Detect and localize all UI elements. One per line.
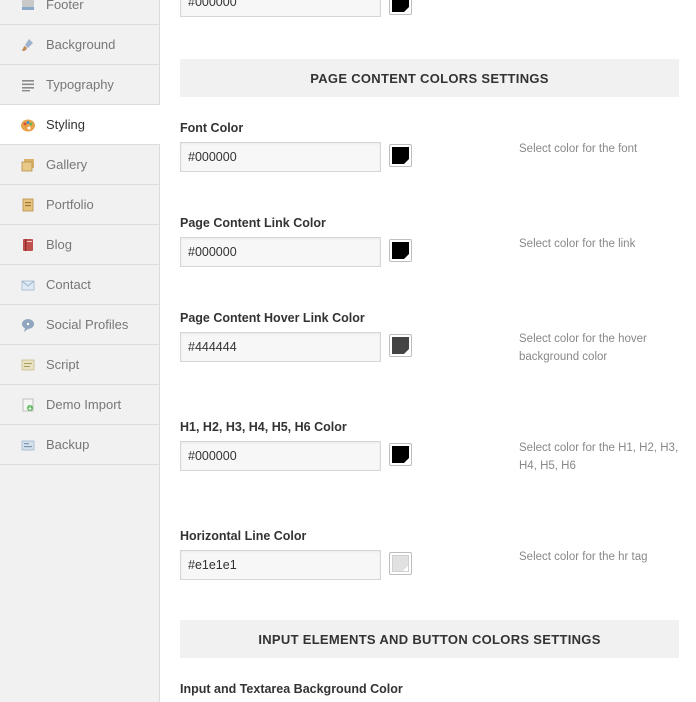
sidebar-item-label: Portfolio (46, 197, 94, 212)
sidebar-item-contact[interactable]: Contact (0, 265, 159, 305)
sidebar-item-footer[interactable]: Footer (0, 0, 159, 25)
footer-icon (20, 0, 36, 13)
sidebar-item-backup[interactable]: Backup (0, 425, 159, 465)
field-label-input-bg-color: Input and Textarea Background Color (180, 682, 403, 696)
sidebar-item-portfolio[interactable]: Portfolio (0, 185, 159, 225)
backup-icon (20, 437, 36, 453)
heading-color-input[interactable] (180, 441, 381, 471)
sidebar-item-typography[interactable]: Typography (0, 65, 159, 105)
hr-color-input[interactable] (180, 550, 381, 580)
field-description: Select color for the hover background co… (519, 333, 647, 363)
color-swatch-fill (392, 337, 409, 354)
color-picker-swatch[interactable] (389, 0, 412, 15)
sidebar-item-label: Social Profiles (46, 317, 129, 332)
sidebar-item-social-profiles[interactable]: Social Profiles (0, 305, 159, 345)
sidebar-item-styling[interactable]: Styling (0, 105, 160, 145)
sidebar-item-label: Styling (46, 117, 86, 132)
color-swatch-fill (392, 446, 409, 463)
text-lines-icon (20, 77, 36, 93)
sidebar-item-gallery[interactable]: Gallery (0, 145, 159, 185)
sidebar-item-label: Demo Import (46, 397, 122, 412)
book-icon (20, 237, 36, 253)
sidebar-item-script[interactable]: Script (0, 345, 159, 385)
color-swatch-fill (392, 0, 409, 12)
color-swatch-fill (392, 147, 409, 164)
sidebar-item-blog[interactable]: Blog (0, 225, 159, 265)
font-color-input[interactable] (180, 142, 381, 172)
palette-icon (20, 117, 36, 133)
script-icon (20, 357, 36, 373)
field-description: Select color for the hr tag (519, 551, 648, 563)
import-icon (20, 397, 36, 413)
font-color-swatch[interactable] (389, 144, 412, 167)
sidebar-item-label: Blog (46, 237, 73, 252)
options-sidebar: Footer Background Typography Styling Gal… (0, 0, 160, 702)
field-label-heading-color: H1, H2, H3, H4, H5, H6 Color (180, 420, 347, 434)
sidebar-item-label: Backup (46, 437, 90, 452)
heading-color-swatch[interactable] (389, 443, 412, 466)
sidebar-item-label: Background (46, 37, 116, 52)
brush-icon (20, 37, 36, 53)
sidebar-item-background[interactable]: Background (0, 25, 159, 65)
options-content: PAGE CONTENT COLORS SETTINGS Font Color … (160, 0, 696, 702)
hr-color-swatch[interactable] (389, 552, 412, 575)
field-label-link-color: Page Content Link Color (180, 216, 326, 230)
field-label-hover-link-color: Page Content Hover Link Color (180, 311, 365, 325)
section-header-input-elements: INPUT ELEMENTS AND BUTTON COLORS SETTING… (180, 620, 679, 658)
sidebar-item-label: Gallery (46, 157, 88, 172)
section-header-page-content: PAGE CONTENT COLORS SETTINGS (180, 59, 679, 97)
link-color-swatch[interactable] (389, 239, 412, 262)
field-label-hr-color: Horizontal Line Color (180, 529, 307, 543)
field-label-font-color: Font Color (180, 121, 244, 135)
sidebar-item-label: Contact (46, 277, 91, 292)
portfolio-icon (20, 197, 36, 213)
gallery-icon (20, 157, 36, 173)
hover-link-color-swatch[interactable] (389, 334, 412, 357)
chat-bubble-icon (20, 317, 36, 333)
envelope-icon (20, 277, 36, 293)
color-input[interactable] (180, 0, 381, 17)
link-color-input[interactable] (180, 237, 381, 267)
sidebar-item-label: Footer (46, 0, 84, 12)
sidebar-item-demo-import[interactable]: Demo Import (0, 385, 159, 425)
color-swatch-fill (392, 242, 409, 259)
color-swatch-fill (392, 555, 409, 572)
sidebar-item-label: Typography (46, 77, 114, 92)
hover-link-color-input[interactable] (180, 332, 381, 362)
field-description: Select color for the link (519, 238, 636, 250)
field-description: Select color for the font (519, 143, 638, 155)
field-description: Select color for the H1, H2, H3, H4, H5,… (519, 442, 679, 472)
sidebar-item-label: Script (46, 357, 80, 372)
